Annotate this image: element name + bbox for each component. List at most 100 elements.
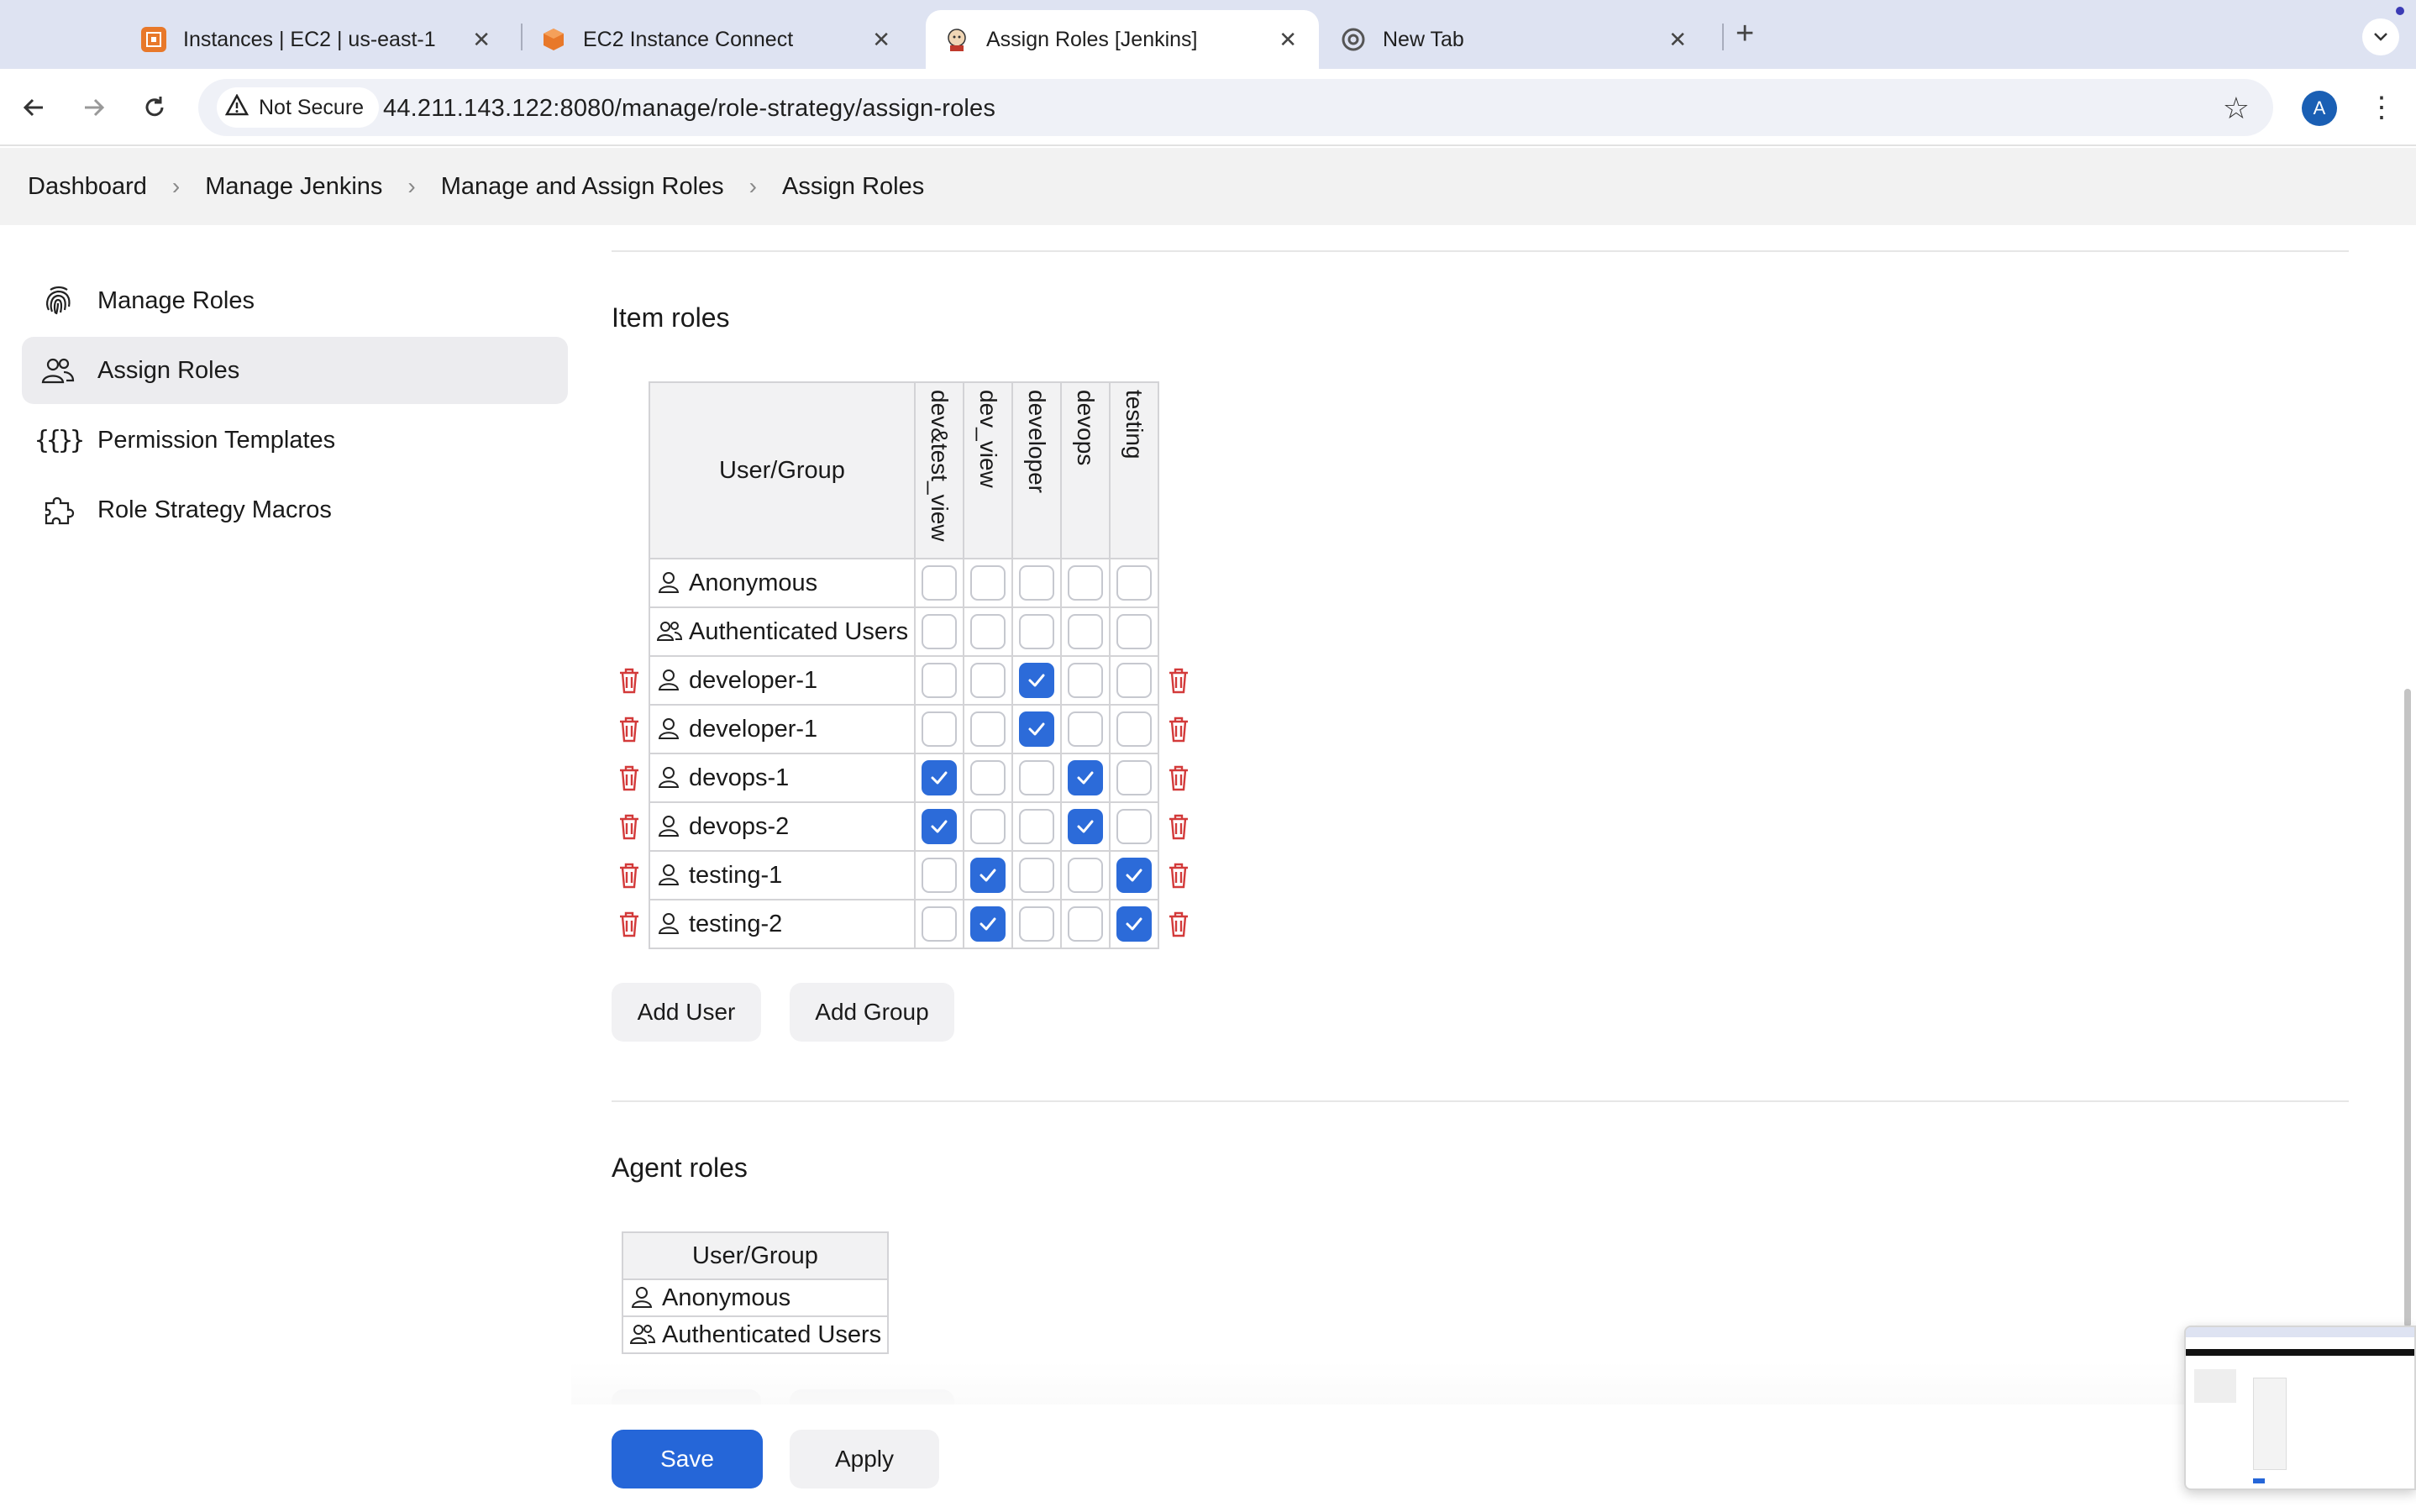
role-checkbox[interactable] — [922, 663, 957, 698]
role-checkbox-cell — [1011, 655, 1062, 706]
role-checkbox[interactable] — [922, 760, 957, 795]
role-checkbox-cell — [914, 801, 964, 852]
tab-new-tab[interactable]: New Tab ✕ — [1322, 10, 1709, 69]
role-checkbox[interactable] — [1116, 906, 1152, 942]
role-checkbox-cell — [1060, 704, 1111, 754]
role-checkbox[interactable] — [970, 858, 1006, 893]
save-button[interactable]: Save — [612, 1430, 763, 1488]
role-checkbox[interactable] — [1116, 565, 1152, 601]
close-icon[interactable]: ✕ — [872, 29, 890, 50]
delete-left-icon[interactable] — [618, 667, 643, 696]
role-checkbox[interactable] — [1116, 614, 1152, 649]
section-divider — [612, 250, 2349, 252]
apply-button[interactable]: Apply — [790, 1430, 939, 1488]
chevron-right-icon: › — [748, 173, 757, 199]
breadcrumb-manage-jenkins[interactable]: Manage Jenkins — [205, 173, 382, 201]
delete-right-icon[interactable] — [1168, 862, 1193, 890]
browser-menu-icon[interactable]: ⋮ — [2367, 89, 2396, 126]
role-checkbox[interactable] — [922, 565, 957, 601]
scrollbar[interactable] — [2404, 689, 2411, 1327]
delete-right-icon[interactable] — [1168, 911, 1193, 939]
role-checkbox[interactable] — [1068, 614, 1103, 649]
delete-right-icon[interactable] — [1168, 667, 1193, 696]
role-checkbox-cell — [914, 558, 964, 608]
sidebar-item-assign-roles[interactable]: Assign Roles — [22, 337, 568, 404]
close-icon[interactable]: ✕ — [1668, 29, 1687, 50]
security-indicator[interactable]: Not Secure — [217, 87, 380, 128]
delete-left-icon[interactable] — [618, 716, 643, 744]
sidebar-item-permission-templates[interactable]: {{}} Permission Templates — [22, 407, 568, 474]
user-group-cell: testing-2 — [649, 899, 916, 949]
role-checkbox[interactable] — [922, 711, 957, 747]
back-button[interactable] — [13, 87, 54, 128]
delete-left-icon[interactable] — [618, 911, 643, 939]
role-checkbox[interactable] — [1068, 663, 1103, 698]
breadcrumb-manage-assign-roles[interactable]: Manage and Assign Roles — [441, 173, 724, 201]
close-icon[interactable]: ✕ — [1279, 29, 1297, 50]
role-checkbox[interactable] — [1116, 663, 1152, 698]
tab-assign-roles[interactable]: Assign Roles [Jenkins] ✕ — [926, 10, 1319, 69]
role-checkbox[interactable] — [1019, 809, 1054, 844]
tab-ec2-instances[interactable]: Instances | EC2 | us-east-1 ✕ — [118, 10, 512, 69]
role-checkbox[interactable] — [1019, 614, 1054, 649]
role-checkbox[interactable] — [1116, 711, 1152, 747]
breadcrumb-dashboard[interactable]: Dashboard — [28, 173, 147, 201]
sidebar-item-manage-roles[interactable]: Manage Roles — [22, 267, 568, 334]
role-checkbox[interactable] — [1019, 760, 1054, 795]
role-checkbox[interactable] — [1019, 663, 1054, 698]
role-checkbox-cell — [1109, 850, 1159, 900]
url-text[interactable]: 44.211.143.122:8080/manage/role-strategy… — [383, 95, 995, 123]
delete-right-icon[interactable] — [1168, 716, 1193, 744]
role-checkbox[interactable] — [1068, 809, 1103, 844]
back-arrow-icon — [23, 98, 43, 117]
role-checkbox[interactable] — [970, 809, 1006, 844]
role-checkbox[interactable] — [1116, 809, 1152, 844]
role-checkbox[interactable] — [922, 614, 957, 649]
delete-left-icon[interactable] — [618, 764, 643, 793]
sidebar-item-role-strategy-macros[interactable]: Role Strategy Macros — [22, 476, 568, 543]
role-checkbox[interactable] — [1068, 760, 1103, 795]
close-icon[interactable]: ✕ — [472, 29, 491, 50]
role-checkbox[interactable] — [1068, 906, 1103, 942]
role-checkbox-cell — [1109, 899, 1159, 949]
role-checkbox[interactable] — [1019, 711, 1054, 747]
add-group-button[interactable]: Add Group — [790, 983, 954, 1042]
address-bar[interactable]: Not Secure 44.211.143.122:8080/manage/ro… — [198, 79, 2273, 136]
role-checkbox[interactable] — [1019, 565, 1054, 601]
add-user-button[interactable]: Add User — [612, 983, 761, 1042]
puzzle-icon — [40, 492, 76, 528]
tab-search-button[interactable] — [2362, 18, 2399, 55]
role-checkbox[interactable] — [922, 858, 957, 893]
role-checkbox[interactable] — [970, 614, 1006, 649]
delete-right-icon[interactable] — [1168, 764, 1193, 793]
delete-left-icon[interactable] — [618, 813, 643, 842]
delete-right-icon[interactable] — [1168, 813, 1193, 842]
breadcrumb-assign-roles[interactable]: Assign Roles — [782, 173, 924, 201]
new-tab-button[interactable]: + — [1736, 17, 1754, 50]
table-row: developer-1 — [649, 704, 1159, 754]
role-checkbox-cell — [1011, 704, 1062, 754]
role-checkbox[interactable] — [970, 760, 1006, 795]
role-checkbox[interactable] — [922, 809, 957, 844]
bookmark-star-icon[interactable]: ☆ — [2223, 91, 2250, 126]
role-checkbox[interactable] — [922, 906, 957, 942]
user-name: developer-1 — [689, 666, 818, 694]
reload-button[interactable] — [134, 87, 175, 128]
tab-ec2-connect[interactable]: EC2 Instance Connect ✕ — [517, 10, 912, 69]
role-checkbox[interactable] — [970, 711, 1006, 747]
screenshot-preview-thumbnail[interactable] — [2184, 1326, 2416, 1490]
role-header: dev&test_view — [914, 381, 964, 559]
role-checkbox[interactable] — [970, 906, 1006, 942]
role-checkbox[interactable] — [1116, 858, 1152, 893]
role-checkbox[interactable] — [1068, 858, 1103, 893]
role-checkbox[interactable] — [1068, 565, 1103, 601]
delete-left-icon[interactable] — [618, 862, 643, 890]
role-checkbox[interactable] — [970, 565, 1006, 601]
role-checkbox[interactable] — [1116, 760, 1152, 795]
profile-avatar[interactable]: A — [2302, 91, 2337, 126]
role-checkbox[interactable] — [970, 663, 1006, 698]
role-checkbox[interactable] — [1019, 858, 1054, 893]
role-checkbox[interactable] — [1019, 906, 1054, 942]
forward-button[interactable] — [74, 87, 114, 128]
role-checkbox[interactable] — [1068, 711, 1103, 747]
